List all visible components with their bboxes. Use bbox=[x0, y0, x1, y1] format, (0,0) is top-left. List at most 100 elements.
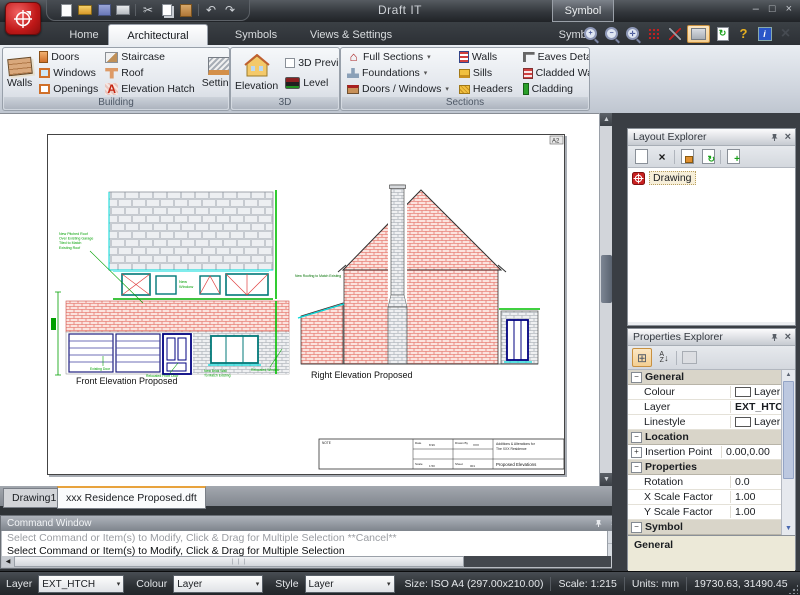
category-general[interactable]: −General bbox=[628, 370, 782, 385]
eaves-details-button[interactable]: Eaves Details bbox=[521, 50, 590, 65]
section-doors-windows-button[interactable]: Doors / Windows▾ bbox=[345, 82, 451, 97]
property-row-insertion-point[interactable]: +Insertion Point0.00,0.00 bbox=[628, 445, 782, 460]
layout-explorer-titlebar[interactable]: Layout Explorer × bbox=[628, 129, 795, 146]
tab-architectural[interactable]: Architectural bbox=[108, 24, 208, 46]
level-button[interactable]: Level bbox=[283, 76, 340, 91]
drawing-canvas[interactable]: A2 New Window bbox=[0, 113, 612, 487]
cladded-walls-button[interactable]: Cladded Walls bbox=[521, 66, 590, 81]
import-layout-icon[interactable]: + bbox=[724, 148, 742, 165]
delete-layout-icon[interactable]: × bbox=[653, 148, 671, 165]
property-row-rotation[interactable]: Rotation0.0 bbox=[628, 475, 782, 490]
properties-close-icon[interactable]: × bbox=[785, 331, 791, 343]
staircase-button[interactable]: Staircase bbox=[103, 50, 197, 65]
zoom-in-icon[interactable]: + bbox=[582, 26, 599, 42]
category-symbol[interactable]: −Symbol bbox=[628, 520, 782, 535]
property-row-linestyle[interactable]: LinestyleLayer bbox=[628, 415, 782, 430]
layout-properties-icon[interactable] bbox=[678, 148, 696, 165]
property-row-yscale[interactable]: Y Scale Factor1.00 bbox=[628, 505, 782, 520]
property-row-xscale[interactable]: X Scale Factor1.00 bbox=[628, 490, 782, 505]
properties-scroll-down[interactable]: ▼ bbox=[782, 523, 795, 535]
layout-item-drawing[interactable]: Drawing bbox=[632, 171, 791, 185]
opening-icon bbox=[39, 84, 50, 94]
doc-tab-residence[interactable]: xxx Residence Proposed.dft bbox=[57, 486, 206, 509]
redo-icon[interactable]: ↷ bbox=[223, 3, 237, 17]
undo-icon[interactable]: ↶ bbox=[204, 3, 218, 17]
paste-icon[interactable] bbox=[179, 3, 193, 17]
minitoolbar-close-icon[interactable]: × bbox=[777, 26, 794, 42]
copy-icon[interactable] bbox=[160, 3, 174, 17]
print-icon[interactable] bbox=[116, 3, 130, 17]
resize-grip[interactable] bbox=[788, 584, 798, 594]
category-properties[interactable]: −Properties bbox=[628, 460, 782, 475]
maximize-button[interactable]: □ bbox=[769, 3, 776, 15]
level-layers-icon bbox=[285, 77, 300, 89]
grid-icon[interactable] bbox=[645, 26, 662, 42]
drawing-paper[interactable]: A2 New Window bbox=[47, 134, 565, 475]
full-sections-button[interactable]: ⌂Full Sections▾ bbox=[345, 50, 451, 65]
windows-button[interactable]: Windows bbox=[37, 66, 100, 81]
tab-home[interactable]: Home bbox=[52, 25, 116, 45]
foundations-button[interactable]: Foundations▾ bbox=[345, 66, 451, 81]
cut-icon[interactable]: ✂ bbox=[141, 3, 155, 17]
property-pages-icon[interactable] bbox=[680, 349, 698, 366]
pin-icon[interactable] bbox=[594, 519, 603, 528]
open-folder-icon[interactable] bbox=[78, 3, 92, 17]
new-layout-icon[interactable] bbox=[632, 148, 650, 165]
property-row-layer[interactable]: LayerEXT_HTCH bbox=[628, 400, 782, 415]
roof-button[interactable]: Roof bbox=[103, 66, 197, 81]
refresh-icon[interactable]: ↻ bbox=[714, 26, 731, 42]
snap-icon[interactable] bbox=[666, 26, 683, 42]
zoom-out-icon[interactable]: − bbox=[603, 26, 620, 42]
svg-text:Proposed Elevations: Proposed Elevations bbox=[496, 462, 537, 467]
tab-symbols[interactable]: Symbols bbox=[220, 25, 292, 45]
help-icon[interactable]: ? bbox=[735, 26, 752, 42]
save-icon[interactable] bbox=[97, 3, 111, 17]
canvas-vertical-scrollbar[interactable]: ▲ ▼ bbox=[599, 113, 613, 486]
svg-text:XXX: XXX bbox=[473, 443, 479, 447]
property-row-colour[interactable]: ColourLayer bbox=[628, 385, 782, 400]
hscroll-left-arrow[interactable]: ◀ bbox=[2, 556, 14, 567]
info-icon[interactable]: i bbox=[756, 26, 773, 42]
linestyle-swatch bbox=[735, 417, 751, 427]
scroll-thumb[interactable] bbox=[601, 255, 612, 303]
elevation-hatch-button[interactable]: AElevation Hatch bbox=[103, 82, 197, 97]
hscroll-thumb[interactable]: ❘❘❘ bbox=[14, 556, 464, 567]
walls-button[interactable]: Walls bbox=[5, 50, 34, 96]
doc-tab-drawing1[interactable]: Drawing1 bbox=[3, 488, 65, 508]
openings-button[interactable]: Openings bbox=[37, 82, 100, 97]
headers-button[interactable]: Headers bbox=[457, 82, 515, 97]
alphabetical-sort-icon[interactable]: AZ↓ bbox=[655, 349, 673, 366]
tab-views-settings[interactable]: Views & Settings bbox=[294, 25, 408, 45]
application-menu-button[interactable] bbox=[5, 2, 41, 35]
section-walls-button[interactable]: Walls bbox=[457, 50, 515, 65]
symbol-tool-active-icon[interactable] bbox=[687, 25, 710, 43]
full-section-house-icon: ⌂ bbox=[347, 51, 360, 63]
3d-preview-checkbox[interactable]: 3D Preview bbox=[283, 56, 340, 71]
categorized-view-icon[interactable]: ⊞ bbox=[632, 348, 652, 367]
settings-button[interactable]: Settings bbox=[200, 50, 230, 96]
elevation-button[interactable]: Elevation bbox=[233, 50, 280, 96]
cladding-button[interactable]: Cladding bbox=[521, 82, 590, 97]
properties-scroll-thumb[interactable] bbox=[783, 381, 794, 479]
layout-explorer-close-icon[interactable]: × bbox=[785, 131, 791, 143]
pin-icon[interactable] bbox=[770, 133, 779, 142]
close-button[interactable]: × bbox=[786, 3, 792, 15]
sills-button[interactable]: Sills bbox=[457, 66, 515, 81]
colour-dropdown[interactable]: Layer▾ bbox=[173, 575, 263, 593]
pin-icon[interactable] bbox=[770, 333, 779, 342]
zoom-extents-icon[interactable]: ✛ bbox=[624, 26, 641, 42]
properties-scrollbar[interactable]: ▲ ▼ bbox=[781, 370, 795, 535]
update-layout-icon[interactable]: ↻ bbox=[699, 148, 717, 165]
layer-dropdown[interactable]: EXT_HTCH▾ bbox=[38, 575, 124, 593]
properties-explorer-titlebar[interactable]: Properties Explorer × bbox=[628, 329, 795, 346]
command-history[interactable]: Select Command or Item(s) to Modify, Cli… bbox=[2, 531, 610, 558]
doors-button[interactable]: Doors bbox=[37, 50, 100, 65]
style-dropdown[interactable]: Layer▾ bbox=[305, 575, 395, 593]
command-window-titlebar[interactable]: Command Window × bbox=[1, 516, 622, 531]
minimize-button[interactable]: – bbox=[753, 3, 759, 15]
category-location[interactable]: −Location bbox=[628, 430, 782, 445]
layout-tree[interactable]: Drawing bbox=[628, 168, 795, 322]
svg-text:New Pitched Roof: New Pitched Roof bbox=[59, 232, 88, 236]
new-icon[interactable] bbox=[59, 3, 73, 17]
command-horizontal-scrollbar[interactable]: ◀ ❘❘❘ ▶ bbox=[2, 556, 623, 567]
